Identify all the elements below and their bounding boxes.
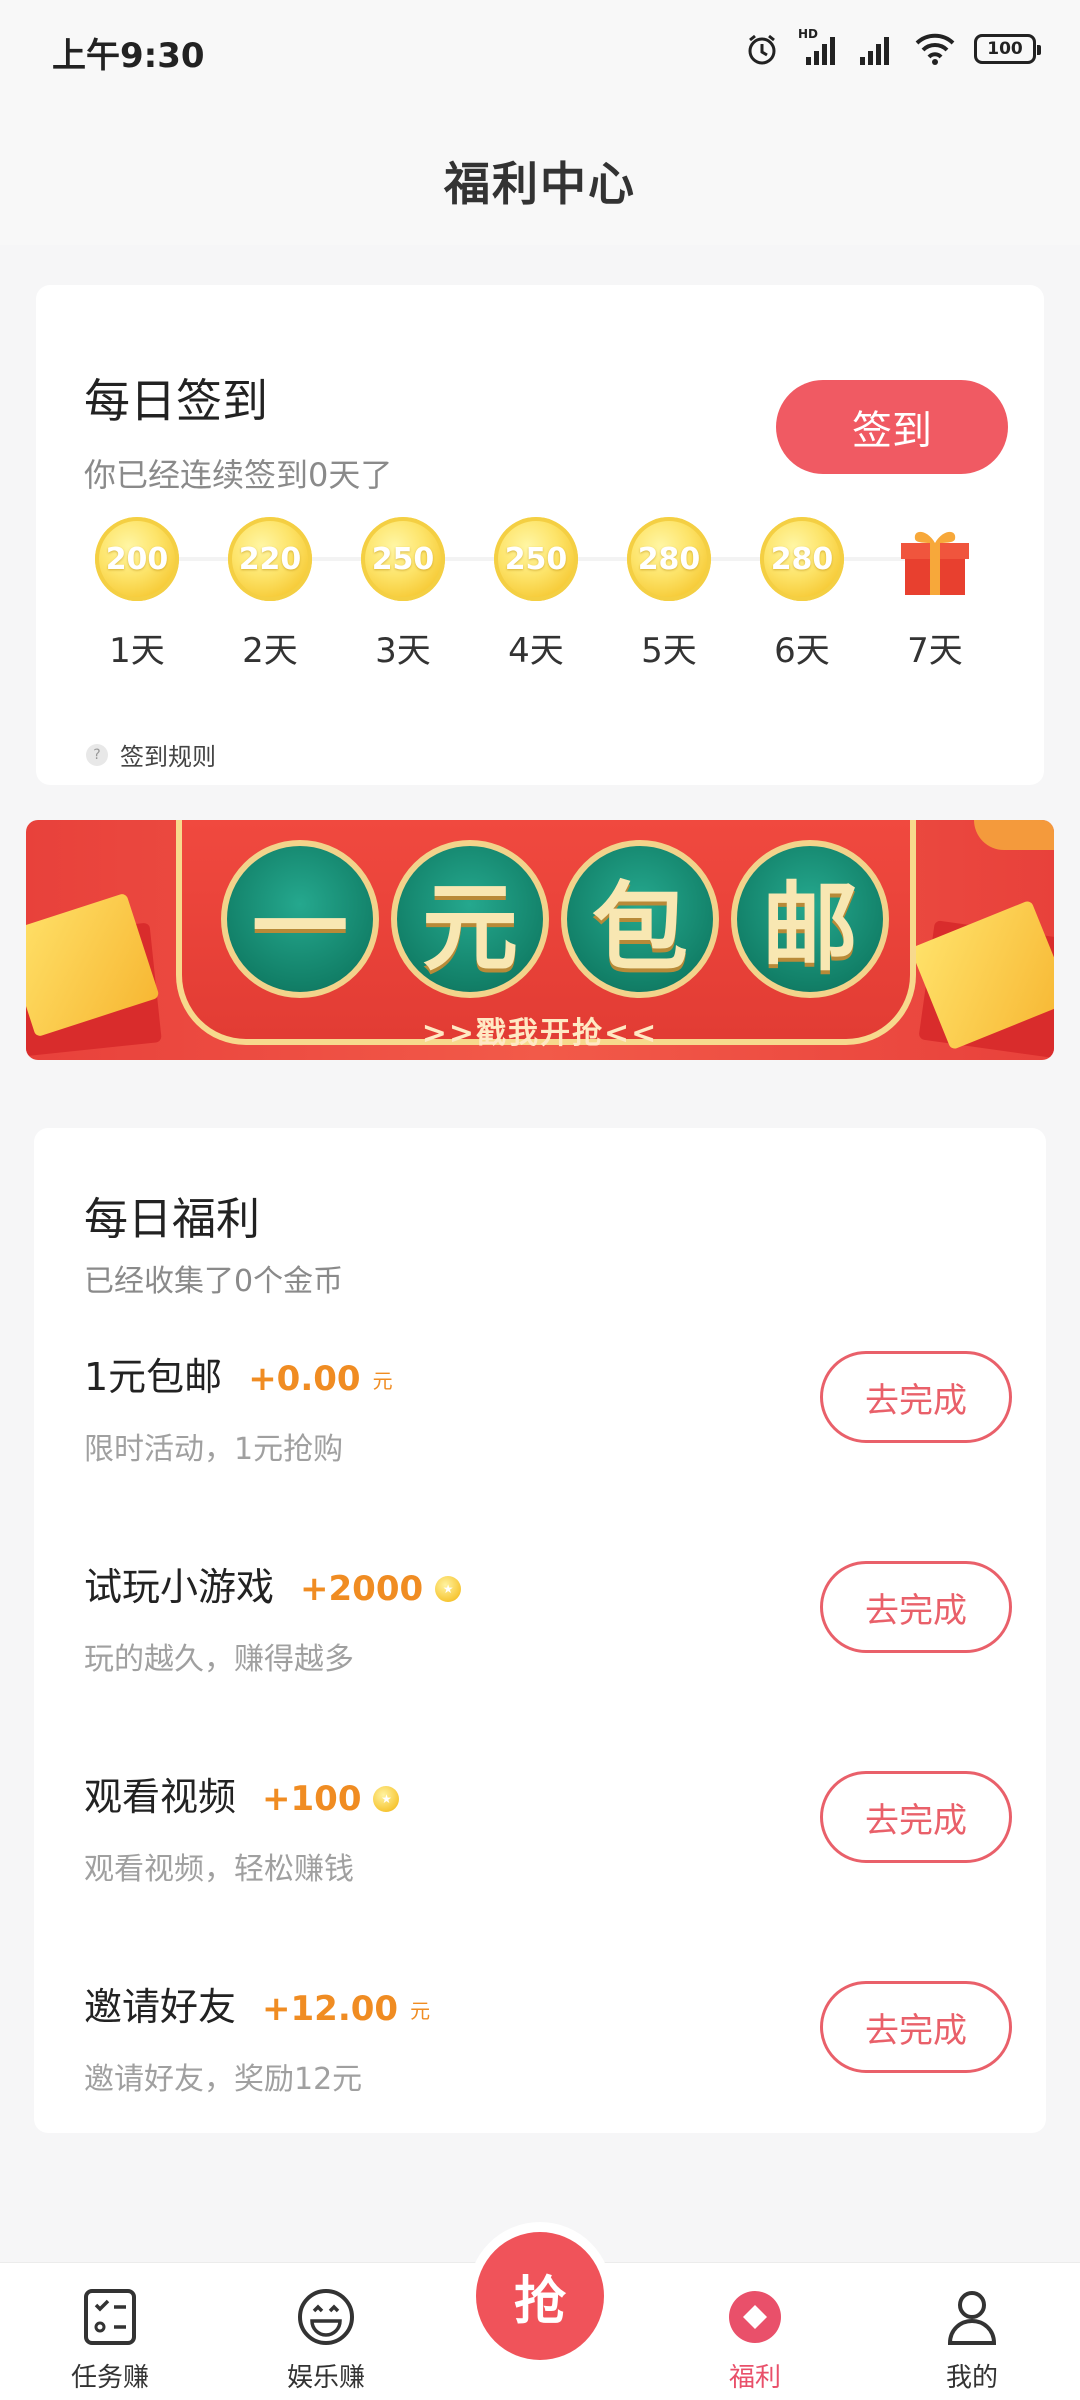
banner-subtitle: >>戳我开抢<<	[421, 1016, 659, 1051]
tab-fun-earn[interactable]: 娱乐赚	[256, 2285, 396, 2394]
user-icon	[940, 2285, 1004, 2349]
signal-icon	[860, 37, 889, 65]
signin-day-3: 250 3天	[358, 517, 448, 672]
task-name: 观看视频	[84, 1775, 237, 1819]
alarm-icon	[748, 34, 776, 65]
reward-unit: 元	[410, 1998, 431, 2023]
signin-rules-link[interactable]: ? 签到规则	[86, 737, 216, 772]
task-item-one-yuan-shipping: 1元包邮 +0.00 元 限时活动，1元抢购 去完成	[84, 1346, 1024, 1496]
task-reward: +0.00 元	[248, 1359, 392, 1399]
tab-task-earn[interactable]: 任务赚	[40, 2285, 180, 2394]
signin-streak-text: 你已经连续签到0天了	[84, 456, 393, 494]
coin-icon: 250	[361, 517, 445, 601]
diamond-icon	[723, 2285, 787, 2349]
banner-char: 元	[391, 840, 549, 998]
task-complete-button[interactable]: 去完成	[820, 1981, 1012, 2073]
welfare-title: 每日福利	[84, 1194, 260, 1245]
tab-welfare[interactable]: 福利	[685, 2285, 825, 2394]
signin-day-label: 1天	[109, 631, 165, 671]
banner-headline: 一 元 包 邮	[221, 840, 889, 998]
signin-day-6: 280 6天	[757, 517, 847, 672]
task-reward: +2000 ★	[300, 1569, 462, 1609]
signin-day-4: 250 4天	[491, 517, 581, 672]
tab-label: 任务赚	[70, 2363, 149, 2393]
signin-day-5: 280 5天	[624, 517, 714, 672]
signin-day-2: 220 2天	[225, 517, 315, 672]
grab-button[interactable]: 抢	[476, 2232, 604, 2360]
gift-icon	[893, 517, 977, 601]
status-icons: HD 100	[744, 26, 1041, 72]
task-complete-button[interactable]: 去完成	[820, 1351, 1012, 1443]
signin-day-label: 3天	[375, 631, 431, 671]
signin-rules-label: 签到规则	[120, 743, 216, 771]
coin-icon: 220	[228, 517, 312, 601]
coin-icon: 200	[95, 517, 179, 601]
task-description: 玩的越久，赚得越多	[84, 1642, 354, 1677]
daily-welfare-card: 每日福利 已经收集了0个金币 1元包邮 +0.00 元 限时活动，1元抢购 去完…	[34, 1128, 1046, 2133]
reward-amount: +0.00	[248, 1359, 361, 1399]
tab-label: 福利	[728, 2363, 781, 2393]
task-item-watch-video: 观看视频 +100 ★ 观看视频，轻松赚钱 去完成	[84, 1766, 1024, 1916]
status-bar: 上午9:30 HD 100	[0, 0, 1080, 100]
signin-title: 每日签到	[84, 374, 268, 428]
battery-level: 100	[987, 39, 1023, 59]
task-name: 试玩小游戏	[84, 1565, 275, 1609]
signin-day-label: 2天	[242, 631, 298, 671]
wifi-icon	[915, 33, 955, 65]
tab-label: 娱乐赚	[286, 2363, 365, 2393]
banner-char: 邮	[731, 840, 889, 998]
battery-icon: 100	[974, 34, 1041, 64]
smiley-icon	[294, 2285, 358, 2349]
task-complete-button[interactable]: 去完成	[820, 1771, 1012, 1863]
status-time: 上午9:30	[52, 36, 205, 76]
page-title: 福利中心	[444, 157, 636, 211]
reward-amount: +100	[262, 1779, 362, 1819]
task-description: 限时活动，1元抢购	[84, 1432, 344, 1467]
coin-icon: ★	[435, 1576, 462, 1602]
task-name: 1元包邮	[84, 1355, 223, 1399]
signin-day-label: 6天	[774, 631, 830, 671]
reward-amount: +12.00	[262, 1989, 399, 2029]
banner-char: 一	[221, 840, 379, 998]
task-item-invite-friends: 邀请好友 +12.00 元 邀请好友，奖励12元 去完成	[84, 1976, 1024, 2126]
page-header: 福利中心	[0, 100, 1080, 245]
task-description: 观看视频，轻松赚钱	[84, 1852, 354, 1887]
signin-day-label: 5天	[641, 631, 697, 671]
welfare-coins-collected: 已经收集了0个金币	[84, 1264, 344, 1299]
coin-icon: 280	[760, 517, 844, 601]
signal-hd-icon: HD	[798, 27, 838, 67]
tab-label: 我的	[945, 2363, 998, 2393]
signin-button[interactable]: 签到	[776, 380, 1008, 474]
question-icon: ?	[86, 743, 108, 766]
coin-icon: ★	[373, 1786, 400, 1812]
reward-unit: 元	[372, 1368, 393, 1393]
coin-icon: 280	[627, 517, 711, 601]
signin-day-1: 200 1天	[92, 517, 182, 672]
coin-icon: 250	[494, 517, 578, 601]
banner-ribbon	[974, 820, 1054, 850]
promo-banner[interactable]: 一 元 包 邮 >>戳我开抢<<	[26, 820, 1054, 1060]
task-reward: +100 ★	[262, 1779, 400, 1819]
task-reward: +12.00 元	[262, 1989, 430, 2029]
task-name: 邀请好友	[84, 1985, 237, 2029]
signin-day-label: 7天	[907, 631, 963, 671]
banner-char: 包	[561, 840, 719, 998]
signin-day-7: 7天	[890, 517, 980, 672]
reward-amount: +2000	[300, 1569, 424, 1609]
daily-signin-card: 每日签到 你已经连续签到0天了 签到 200 1天 220 2天 250 3天 …	[36, 285, 1044, 785]
task-list-icon	[78, 2285, 142, 2349]
task-description: 邀请好友，奖励12元	[84, 2062, 363, 2097]
task-item-mini-game: 试玩小游戏 +2000 ★ 玩的越久，赚得越多 去完成	[84, 1556, 1024, 1706]
task-complete-button[interactable]: 去完成	[820, 1561, 1012, 1653]
signin-day-label: 4天	[508, 631, 564, 671]
tab-mine[interactable]: 我的	[902, 2285, 1042, 2394]
